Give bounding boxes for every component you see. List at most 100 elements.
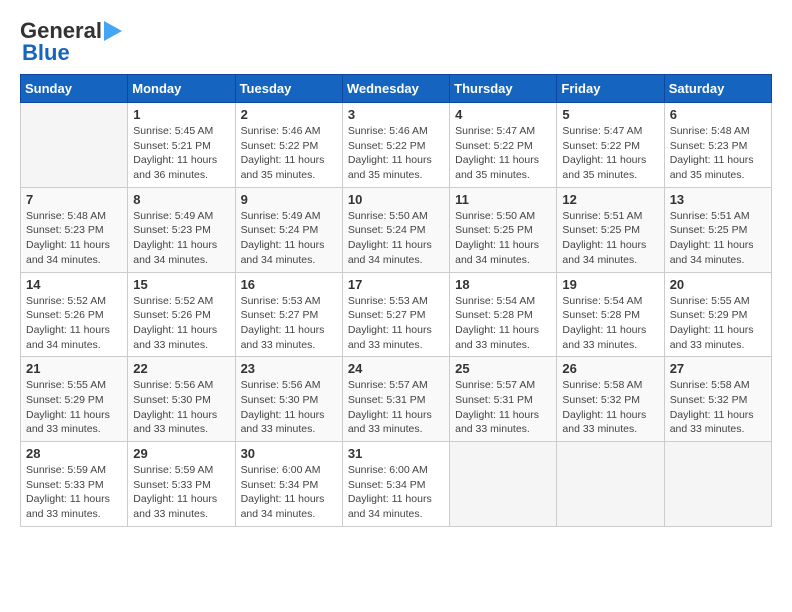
logo-blue-text: Blue [22, 42, 70, 64]
logo-text: General [20, 20, 102, 42]
day-info: Sunrise: 6:00 AMSunset: 5:34 PMDaylight:… [241, 463, 337, 522]
calendar-cell: 24Sunrise: 5:57 AMSunset: 5:31 PMDayligh… [342, 357, 449, 442]
day-number: 23 [241, 361, 337, 376]
day-info: Sunrise: 5:52 AMSunset: 5:26 PMDaylight:… [133, 294, 229, 353]
day-number: 6 [670, 107, 766, 122]
day-number: 15 [133, 277, 229, 292]
calendar-cell: 2 Sunrise: 5:46 AMSunset: 5:22 PMDaylight… [235, 103, 342, 188]
day-info: Sunrise: 5:54 AMSunset: 5:28 PMDaylight:… [562, 294, 658, 353]
day-info: Sunrise: 5:58 AMSunset: 5:32 PMDaylight:… [562, 378, 658, 437]
day-number: 7 [26, 192, 122, 207]
day-info: Sunrise: 5:52 AMSunset: 5:26 PMDaylight:… [26, 294, 122, 353]
calendar-cell: 26Sunrise: 5:58 AMSunset: 5:32 PMDayligh… [557, 357, 664, 442]
day-number: 4 [455, 107, 551, 122]
day-info: Sunrise: 5:56 AMSunset: 5:30 PMDaylight:… [133, 378, 229, 437]
day-number: 31 [348, 446, 444, 461]
calendar-cell: 1Sunrise: 5:45 AMSunset: 5:21 PMDaylight… [128, 103, 235, 188]
day-info: Sunrise: 5:55 AMSunset: 5:29 PMDaylight:… [670, 294, 766, 353]
day-number: 16 [241, 277, 337, 292]
day-number: 19 [562, 277, 658, 292]
weekday-header-sunday: Sunday [21, 75, 128, 103]
day-number: 27 [670, 361, 766, 376]
calendar-cell: 29Sunrise: 5:59 AMSunset: 5:33 PMDayligh… [128, 442, 235, 527]
calendar-cell: 31 Sunrise: 6:00 AMSunset: 5:34 PMDayligh… [342, 442, 449, 527]
calendar-cell: 3 Sunrise: 5:46 AMSunset: 5:22 PMDaylight… [342, 103, 449, 188]
calendar-week-row: 28 Sunrise: 5:59 AMSunset: 5:33 PMDayligh… [21, 442, 772, 527]
day-number: 20 [670, 277, 766, 292]
day-info: Sunrise: 5:57 AMSunset: 5:31 PMDaylight:… [455, 378, 551, 437]
calendar-cell: 11 Sunrise: 5:50 AMSunset: 5:25 PMDayligh… [450, 187, 557, 272]
calendar-cell: 12 Sunrise: 5:51 AMSunset: 5:25 PMDayligh… [557, 187, 664, 272]
weekday-header-friday: Friday [557, 75, 664, 103]
day-info: Sunrise: 5:50 AMSunset: 5:25 PMDaylight:… [455, 209, 551, 268]
day-number: 13 [670, 192, 766, 207]
calendar-table: SundayMondayTuesdayWednesdayThursdayFrid… [20, 74, 772, 527]
day-number: 28 [26, 446, 122, 461]
calendar-cell: 15 Sunrise: 5:52 AMSunset: 5:26 PMDayligh… [128, 272, 235, 357]
weekday-header-wednesday: Wednesday [342, 75, 449, 103]
day-info: Sunrise: 5:58 AMSunset: 5:32 PMDaylight:… [670, 378, 766, 437]
calendar-cell: 18Sunrise: 5:54 AMSunset: 5:28 PMDayligh… [450, 272, 557, 357]
calendar-cell: 13 Sunrise: 5:51 AMSunset: 5:25 PMDayligh… [664, 187, 771, 272]
day-info: Sunrise: 5:49 AMSunset: 5:23 PMDaylight:… [133, 209, 229, 268]
weekday-header-monday: Monday [128, 75, 235, 103]
day-info: Sunrise: 5:55 AMSunset: 5:29 PMDaylight:… [26, 378, 122, 437]
calendar-cell: 10Sunrise: 5:50 AMSunset: 5:24 PMDayligh… [342, 187, 449, 272]
day-info: Sunrise: 5:53 AMSunset: 5:27 PMDaylight:… [348, 294, 444, 353]
calendar-cell: 20 Sunrise: 5:55 AMSunset: 5:29 PMDayligh… [664, 272, 771, 357]
calendar-cell: 19 Sunrise: 5:54 AMSunset: 5:28 PMDayligh… [557, 272, 664, 357]
calendar-cell: 30 Sunrise: 6:00 AMSunset: 5:34 PMDayligh… [235, 442, 342, 527]
day-info: Sunrise: 5:47 AMSunset: 5:22 PMDaylight:… [455, 124, 551, 183]
calendar-cell: 22 Sunrise: 5:56 AMSunset: 5:30 PMDayligh… [128, 357, 235, 442]
calendar-cell: 9Sunrise: 5:49 AMSunset: 5:24 PMDaylight… [235, 187, 342, 272]
day-info: Sunrise: 5:59 AMSunset: 5:33 PMDaylight:… [26, 463, 122, 522]
day-info: Sunrise: 5:48 AMSunset: 5:23 PMDaylight:… [26, 209, 122, 268]
day-number: 21 [26, 361, 122, 376]
day-number: 11 [455, 192, 551, 207]
calendar-body: 1Sunrise: 5:45 AMSunset: 5:21 PMDaylight… [21, 103, 772, 527]
calendar-cell [664, 442, 771, 527]
calendar-header-row: SundayMondayTuesdayWednesdayThursdayFrid… [21, 75, 772, 103]
calendar-cell: 17Sunrise: 5:53 AMSunset: 5:27 PMDayligh… [342, 272, 449, 357]
day-number: 3 [348, 107, 444, 122]
day-info: Sunrise: 5:48 AMSunset: 5:23 PMDaylight:… [670, 124, 766, 183]
calendar-cell: 8 Sunrise: 5:49 AMSunset: 5:23 PMDaylight… [128, 187, 235, 272]
day-number: 24 [348, 361, 444, 376]
calendar-cell: 5Sunrise: 5:47 AMSunset: 5:22 PMDaylight… [557, 103, 664, 188]
day-number: 25 [455, 361, 551, 376]
calendar-cell [557, 442, 664, 527]
day-info: Sunrise: 5:51 AMSunset: 5:25 PMDaylight:… [562, 209, 658, 268]
day-number: 5 [562, 107, 658, 122]
day-number: 12 [562, 192, 658, 207]
weekday-header-thursday: Thursday [450, 75, 557, 103]
weekday-header-saturday: Saturday [664, 75, 771, 103]
logo-arrow-icon [104, 21, 122, 41]
day-info: Sunrise: 5:46 AMSunset: 5:22 PMDaylight:… [348, 124, 444, 183]
day-info: Sunrise: 5:51 AMSunset: 5:25 PMDaylight:… [670, 209, 766, 268]
calendar-cell [21, 103, 128, 188]
calendar-cell: 16Sunrise: 5:53 AMSunset: 5:27 PMDayligh… [235, 272, 342, 357]
day-number: 8 [133, 192, 229, 207]
day-info: Sunrise: 6:00 AMSunset: 5:34 PMDaylight:… [348, 463, 444, 522]
day-number: 14 [26, 277, 122, 292]
page-header: General Blue [20, 20, 772, 64]
calendar-cell: 21 Sunrise: 5:55 AMSunset: 5:29 PMDayligh… [21, 357, 128, 442]
calendar-cell: 6 Sunrise: 5:48 AMSunset: 5:23 PMDaylight… [664, 103, 771, 188]
logo: General Blue [20, 20, 122, 64]
day-number: 2 [241, 107, 337, 122]
calendar-cell: 7 Sunrise: 5:48 AMSunset: 5:23 PMDaylight… [21, 187, 128, 272]
weekday-header-tuesday: Tuesday [235, 75, 342, 103]
calendar-week-row: 14 Sunrise: 5:52 AMSunset: 5:26 PMDayligh… [21, 272, 772, 357]
calendar-week-row: 1Sunrise: 5:45 AMSunset: 5:21 PMDaylight… [21, 103, 772, 188]
day-info: Sunrise: 5:50 AMSunset: 5:24 PMDaylight:… [348, 209, 444, 268]
calendar-cell: 28 Sunrise: 5:59 AMSunset: 5:33 PMDayligh… [21, 442, 128, 527]
day-number: 22 [133, 361, 229, 376]
calendar-cell: 25 Sunrise: 5:57 AMSunset: 5:31 PMDayligh… [450, 357, 557, 442]
calendar-week-row: 7 Sunrise: 5:48 AMSunset: 5:23 PMDaylight… [21, 187, 772, 272]
day-info: Sunrise: 5:46 AMSunset: 5:22 PMDaylight:… [241, 124, 337, 183]
day-info: Sunrise: 5:54 AMSunset: 5:28 PMDaylight:… [455, 294, 551, 353]
day-number: 30 [241, 446, 337, 461]
calendar-cell: 14 Sunrise: 5:52 AMSunset: 5:26 PMDayligh… [21, 272, 128, 357]
day-info: Sunrise: 5:49 AMSunset: 5:24 PMDaylight:… [241, 209, 337, 268]
calendar-cell [450, 442, 557, 527]
